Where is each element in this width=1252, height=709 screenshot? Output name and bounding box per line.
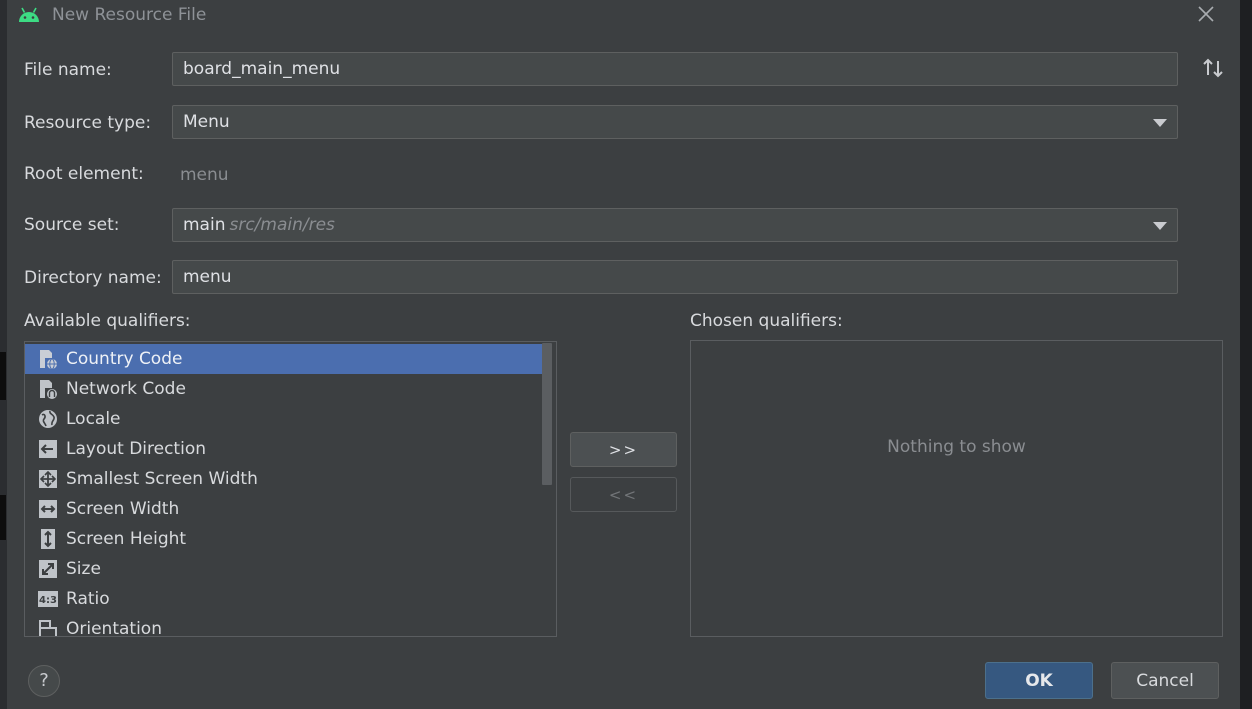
resource-type-label: Resource type: (24, 113, 152, 133)
android-icon (19, 7, 39, 22)
qualifier-item-network-code[interactable]: Network Code (25, 374, 542, 404)
directory-name-field[interactable]: menu (172, 260, 1178, 294)
directory-name-value: menu (183, 267, 232, 287)
qualifier-item-country-code[interactable]: Country Code (25, 344, 542, 374)
network-code-icon (40, 380, 58, 400)
screen-width-icon (39, 500, 57, 518)
dialog-title: New Resource File (52, 5, 207, 25)
sort-icon[interactable] (1202, 56, 1224, 80)
background-editor (1240, 0, 1252, 709)
globe-icon (39, 410, 57, 428)
dropdown-arrow-icon (1153, 119, 1167, 127)
qualifier-item-size[interactable]: Size (25, 554, 542, 584)
qualifier-label: Smallest Screen Width (66, 469, 258, 489)
resource-type-value: Menu (183, 112, 230, 132)
qualifier-item-orientation[interactable]: Orientation (25, 614, 542, 637)
background-window-edge (0, 0, 7, 709)
list-scrollbar-thumb[interactable] (542, 343, 552, 485)
chosen-qualifiers-list[interactable]: Nothing to show (690, 340, 1223, 637)
qualifier-label: Screen Height (66, 529, 187, 549)
qualifier-label: Country Code (66, 349, 183, 369)
directory-name-label: Directory name: (24, 268, 162, 288)
qualifier-label: Size (66, 559, 101, 579)
qualifier-label: Ratio (66, 589, 110, 609)
background-fragment (0, 352, 6, 400)
root-element-value: menu (180, 165, 229, 185)
layout-direction-icon (39, 440, 57, 458)
resource-type-dropdown[interactable]: Menu (172, 105, 1178, 139)
source-set-value: main (183, 215, 226, 235)
source-set-label: Source set: (24, 215, 120, 235)
add-qualifier-button[interactable]: >> (570, 432, 677, 467)
new-resource-file-dialog: New Resource File File name: board_main_… (7, 0, 1240, 709)
qualifier-item-smallest-screen-width[interactable]: Smallest Screen Width (25, 464, 542, 494)
size-icon (39, 560, 57, 578)
remove-qualifier-button[interactable]: << (570, 477, 677, 512)
file-name-label: File name: (24, 60, 112, 80)
source-set-path-hint: src/main/res (229, 215, 335, 235)
file-name-field[interactable]: board_main_menu (172, 52, 1178, 86)
ratio-icon: 4:3 (38, 591, 58, 607)
dropdown-arrow-icon (1153, 222, 1167, 230)
country-code-icon (40, 350, 58, 370)
root-element-label: Root element: (24, 164, 144, 184)
screen-height-icon (41, 529, 55, 549)
close-icon[interactable] (1194, 2, 1218, 26)
ok-button[interactable]: OK (985, 662, 1093, 699)
qualifier-item-screen-width[interactable]: Screen Width (25, 494, 542, 524)
qualifier-label: Layout Direction (66, 439, 206, 459)
help-button[interactable]: ? (28, 665, 60, 697)
qualifier-label: Screen Width (66, 499, 180, 519)
qualifier-item-layout-direction[interactable]: Layout Direction (25, 434, 542, 464)
file-name-value: board_main_menu (183, 59, 341, 79)
cancel-button[interactable]: Cancel (1111, 662, 1219, 699)
svg-text:4:3: 4:3 (39, 595, 57, 606)
source-set-dropdown[interactable]: main src/main/res (172, 208, 1178, 242)
qualifier-label: Locale (66, 409, 121, 429)
qualifier-label: Network Code (66, 379, 186, 399)
title-bar: New Resource File (7, 0, 1240, 32)
smallest-width-icon (39, 470, 57, 488)
orientation-icon (39, 620, 57, 636)
qualifier-item-ratio[interactable]: 4:3 Ratio (25, 584, 542, 614)
qualifier-item-screen-height[interactable]: Screen Height (25, 524, 542, 554)
background-fragment (0, 495, 6, 540)
empty-list-message: Nothing to show (887, 437, 1026, 457)
qualifier-item-locale[interactable]: Locale (25, 404, 542, 434)
available-qualifiers-label: Available qualifiers: (24, 311, 191, 331)
chosen-qualifiers-label: Chosen qualifiers: (690, 311, 843, 331)
qualifier-label: Orientation (66, 619, 162, 637)
available-qualifiers-list[interactable]: Country Code Network Code Locale Layout … (24, 341, 557, 637)
